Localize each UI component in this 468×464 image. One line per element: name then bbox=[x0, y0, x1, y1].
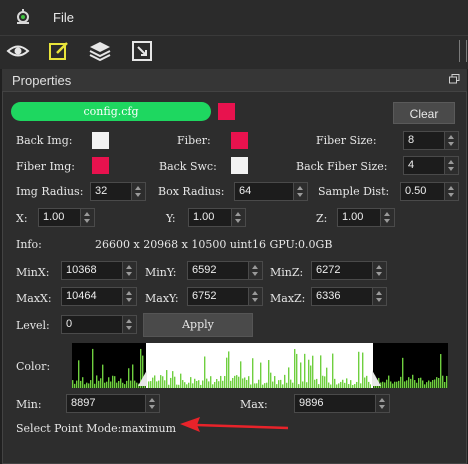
box-radius-spinbox[interactable]: 64 bbox=[234, 182, 308, 201]
img-radius-value: 32 bbox=[95, 185, 108, 197]
apply-button[interactable]: Apply bbox=[143, 313, 253, 337]
max-spinbox[interactable]: 9896 bbox=[294, 394, 390, 413]
spin-arrows[interactable] bbox=[444, 183, 458, 200]
spin-arrows[interactable] bbox=[122, 262, 136, 279]
eye-icon[interactable] bbox=[6, 39, 30, 63]
info-value: 26600 x 20968 x 10500 uint16 GPU:0.0GB bbox=[95, 238, 333, 251]
spin-arrows[interactable] bbox=[131, 183, 145, 200]
back-img-label: Back Img: bbox=[16, 134, 73, 147]
color-histogram[interactable] bbox=[72, 343, 448, 388]
spin-arrows[interactable] bbox=[248, 288, 262, 305]
fiber-swatch[interactable] bbox=[231, 132, 248, 149]
x-value: 1.00 bbox=[43, 211, 65, 223]
maxx-value: 10464 bbox=[66, 290, 97, 302]
float-panel-icon[interactable] bbox=[449, 74, 460, 84]
maxz-label: MaxZ: bbox=[270, 292, 306, 305]
back-fiber-size-spinbox[interactable]: 4 bbox=[403, 156, 459, 175]
back-swc-label: Back Swc: bbox=[159, 160, 217, 173]
spin-arrows[interactable] bbox=[444, 157, 458, 174]
fiber-img-swatch[interactable] bbox=[92, 157, 109, 174]
spin-arrows[interactable] bbox=[231, 209, 245, 226]
y-value: 1.00 bbox=[193, 211, 215, 223]
spin-arrows[interactable] bbox=[122, 316, 136, 333]
miny-label: MinY: bbox=[145, 266, 177, 279]
spin-arrows[interactable] bbox=[122, 288, 136, 305]
spin-arrows[interactable] bbox=[145, 395, 159, 412]
back-fiber-size-value: 4 bbox=[408, 159, 415, 171]
minz-value: 6272 bbox=[316, 264, 341, 276]
maxz-value: 6336 bbox=[316, 290, 341, 302]
sample-dist-value: 0.50 bbox=[405, 185, 427, 197]
fiber-img-label: Fiber Img: bbox=[16, 160, 75, 173]
spin-arrows[interactable] bbox=[372, 288, 386, 305]
minz-spinbox[interactable]: 6272 bbox=[311, 261, 387, 280]
info-label: Info: bbox=[16, 238, 42, 251]
x-label: X: bbox=[16, 212, 28, 225]
select-point-mode-label: Select Point Mode:maximum bbox=[16, 422, 177, 435]
spin-arrows[interactable] bbox=[293, 183, 307, 200]
z-value: 1.00 bbox=[342, 211, 364, 223]
fiber-size-value: 8 bbox=[408, 134, 415, 146]
edit-icon[interactable] bbox=[47, 39, 71, 63]
maxz-spinbox[interactable]: 6336 bbox=[311, 287, 387, 306]
spin-arrows[interactable] bbox=[375, 395, 389, 412]
crop-icon[interactable] bbox=[130, 39, 154, 63]
minx-label: MinX: bbox=[16, 266, 50, 279]
min-label: Min: bbox=[16, 398, 42, 411]
fiber-label: Fiber: bbox=[177, 134, 211, 147]
level-spinbox[interactable]: 0 bbox=[61, 315, 137, 334]
min-value: 8897 bbox=[71, 397, 96, 409]
maxx-spinbox[interactable]: 10464 bbox=[61, 287, 137, 306]
fiber-size-spinbox[interactable]: 8 bbox=[403, 131, 459, 150]
back-img-swatch[interactable] bbox=[92, 132, 109, 149]
min-spinbox[interactable]: 8897 bbox=[66, 394, 160, 413]
back-fiber-size-label: Back Fiber Size: bbox=[296, 160, 388, 173]
spin-arrows[interactable] bbox=[380, 209, 394, 226]
minz-label: MinZ: bbox=[270, 266, 304, 279]
toolbar-grip[interactable] bbox=[459, 40, 467, 62]
menu-file[interactable]: File bbox=[53, 10, 74, 25]
maxy-label: MaxY: bbox=[145, 292, 179, 305]
x-spinbox[interactable]: 1.00 bbox=[38, 208, 95, 227]
z-label: Z: bbox=[316, 212, 328, 225]
sample-dist-label: Sample Dist: bbox=[318, 185, 390, 198]
level-label: Level: bbox=[16, 319, 50, 332]
fiber-size-label: Fiber Size: bbox=[316, 134, 377, 147]
y-label: Y: bbox=[166, 212, 176, 225]
box-radius-label: Box Radius: bbox=[158, 185, 225, 198]
panel-title-bar bbox=[2, 69, 467, 92]
img-radius-spinbox[interactable]: 32 bbox=[90, 182, 146, 201]
box-radius-value: 64 bbox=[239, 185, 252, 197]
spin-arrows[interactable] bbox=[444, 132, 458, 149]
miny-spinbox[interactable]: 6592 bbox=[187, 261, 263, 280]
maxx-label: MaxX: bbox=[16, 292, 52, 305]
level-value: 0 bbox=[66, 318, 73, 330]
spin-arrows[interactable] bbox=[372, 262, 386, 279]
z-spinbox[interactable]: 1.00 bbox=[337, 208, 395, 227]
app-logo-icon[interactable] bbox=[14, 8, 32, 26]
back-swc-swatch[interactable] bbox=[231, 157, 248, 174]
spin-arrows[interactable] bbox=[248, 262, 262, 279]
config-color-swatch[interactable] bbox=[218, 103, 235, 120]
panel-title: Properties bbox=[12, 73, 72, 88]
max-value: 9896 bbox=[299, 397, 324, 409]
annotation-arrow-icon bbox=[180, 417, 289, 432]
minx-spinbox[interactable]: 10368 bbox=[61, 261, 137, 280]
layers-icon[interactable] bbox=[88, 39, 112, 63]
config-file-button[interactable]: config.cfg bbox=[11, 102, 211, 121]
spin-arrows[interactable] bbox=[80, 209, 94, 226]
img-radius-label: Img Radius: bbox=[16, 185, 84, 198]
color-label: Color: bbox=[16, 360, 51, 373]
maxy-value: 6752 bbox=[192, 290, 217, 302]
clear-button[interactable]: Clear bbox=[393, 102, 455, 124]
sample-dist-spinbox[interactable]: 0.50 bbox=[400, 182, 459, 201]
y-spinbox[interactable]: 1.00 bbox=[188, 208, 246, 227]
maxy-spinbox[interactable]: 6752 bbox=[187, 287, 263, 306]
max-label: Max: bbox=[240, 398, 268, 411]
miny-value: 6592 bbox=[192, 264, 217, 276]
minx-value: 10368 bbox=[66, 264, 97, 276]
